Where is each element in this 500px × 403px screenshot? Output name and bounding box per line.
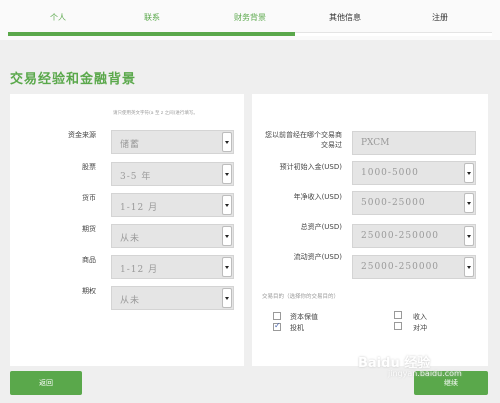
commodities-select[interactable]: 1-12 月 (111, 255, 234, 279)
step-progress: 个人 联系 财务背景 其他信息 注册 (0, 0, 500, 40)
fund-source-select[interactable]: 储蓄 (111, 130, 234, 154)
total-assets-label: 总资产(USD) (300, 223, 342, 231)
previous-broker-label-line2: 交易过 (321, 141, 342, 149)
stocks-label: 股票 (82, 163, 96, 171)
step-personal: 个人 (50, 13, 66, 22)
step-financial: 财务背景 (234, 13, 266, 22)
chevron-down-icon[interactable] (222, 288, 232, 308)
hedging-checkbox[interactable] (394, 322, 402, 330)
commodities-label: 商品 (82, 256, 96, 264)
income-label: 收入 (413, 313, 427, 321)
chevron-down-icon[interactable] (222, 164, 232, 184)
chevron-down-icon[interactable] (222, 195, 232, 215)
fund-source-value: 储蓄 (120, 140, 141, 150)
capital-preservation-checkbox[interactable] (273, 312, 281, 320)
initial-deposit-select[interactable]: 1000-5000 (352, 161, 476, 185)
back-button[interactable]: 返回 (10, 371, 82, 395)
chevron-down-icon[interactable] (222, 226, 232, 246)
income-checkbox[interactable] (394, 311, 402, 319)
annual-income-label: 年净收入(USD) (293, 193, 342, 201)
speculation-checkbox[interactable] (273, 321, 281, 331)
currency-value: 1-12 月 (120, 203, 159, 213)
previous-broker-label: 您以前曾经在哪个交易商 交易过 (244, 130, 342, 150)
options-select[interactable]: 从未 (111, 286, 234, 310)
stocks-value: 3-5 年 (120, 172, 152, 182)
liquid-assets-label: 流动资产(USD) (293, 253, 342, 261)
initial-deposit-label: 预计初始入金(USD) (279, 163, 342, 171)
speculation-label: 投机 (290, 324, 304, 332)
options-value: 从未 (120, 296, 141, 306)
chevron-down-icon[interactable] (464, 163, 474, 183)
step-other-info: 其他信息 (329, 13, 361, 22)
chevron-down-icon[interactable] (464, 226, 474, 246)
liquid-assets-select[interactable]: 25000-250000 (352, 255, 476, 279)
chevron-down-icon[interactable] (464, 193, 474, 213)
options-label: 期权 (82, 287, 96, 295)
currency-select[interactable]: 1-12 月 (111, 193, 234, 217)
annual-income-value: 5000-25000 (361, 198, 426, 208)
futures-label: 期货 (82, 225, 96, 233)
trading-experience-panel: 请只使用英文字符(a 至 z 之间)进行填写。 资金来源 储蓄 股票 3-5 年… (10, 94, 244, 366)
commodities-value: 1-12 月 (120, 265, 159, 275)
initial-deposit-value: 1000-5000 (361, 168, 419, 178)
previous-broker-value: PXCM (361, 138, 390, 148)
trading-purpose-label: 交易目的（选择你的交易目的） (262, 294, 340, 300)
financial-background-panel: 您以前曾经在哪个交易商 交易过 PXCM 预计初始入金(USD) 1000-50… (252, 94, 488, 366)
progress-fill (8, 32, 295, 36)
futures-select[interactable]: 从未 (111, 224, 234, 248)
previous-broker-input[interactable]: PXCM (352, 131, 476, 155)
total-assets-select[interactable]: 25000-250000 (352, 224, 476, 248)
capital-preservation-label: 资本保值 (290, 313, 318, 321)
input-hint: 请只使用英文字符(a 至 z 之间)进行填写。 (113, 111, 198, 116)
page-title: 交易经验和金融背景 (10, 72, 137, 87)
step-register: 注册 (432, 13, 448, 22)
annual-income-select[interactable]: 5000-25000 (352, 191, 476, 215)
step-contact: 联系 (144, 13, 160, 22)
total-assets-value: 25000-250000 (361, 231, 440, 241)
liquid-assets-value: 25000-250000 (361, 262, 440, 272)
fund-source-label: 资金来源 (68, 131, 96, 139)
stocks-select[interactable]: 3-5 年 (111, 162, 234, 186)
chevron-down-icon[interactable] (222, 132, 232, 152)
continue-button[interactable]: 继续 (414, 371, 488, 395)
hedging-label: 对冲 (413, 324, 427, 332)
currency-label: 货币 (82, 194, 96, 202)
futures-value: 从未 (120, 234, 141, 244)
previous-broker-label-line1: 您以前曾经在哪个交易商 (265, 131, 342, 139)
chevron-down-icon[interactable] (464, 257, 474, 277)
chevron-down-icon[interactable] (222, 257, 232, 277)
